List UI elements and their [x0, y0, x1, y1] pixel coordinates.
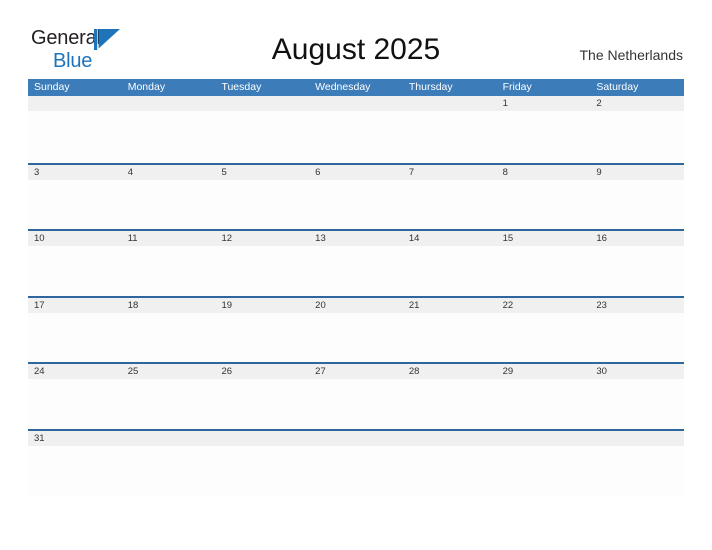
day-number: 3 — [34, 166, 40, 178]
day-number: 13 — [315, 233, 326, 244]
week-row: 10 11 12 13 14 15 16 — [28, 229, 684, 296]
week-row: 1 2 — [28, 96, 684, 163]
day-number: 22 — [502, 299, 514, 311]
day-number: 1 — [502, 98, 508, 109]
day-cell[interactable] — [590, 431, 684, 496]
page-header: General Blue August 2025 The Netherlands — [0, 0, 712, 78]
day-cell[interactable]: 5 — [215, 165, 309, 230]
day-cell[interactable]: 7 — [403, 165, 497, 230]
day-number: 11 — [127, 233, 138, 244]
day-cell[interactable]: 13 — [309, 231, 403, 296]
day-cell[interactable]: 25 — [122, 364, 216, 429]
day-cell[interactable]: 2 — [590, 96, 684, 163]
day-number: 26 — [221, 366, 233, 377]
weekday-header-friday: Friday — [502, 81, 532, 93]
day-cell[interactable]: 30 — [590, 364, 684, 429]
day-number: 30 — [596, 366, 607, 377]
day-number: 28 — [408, 366, 420, 377]
day-cell[interactable]: 31 — [28, 431, 122, 496]
day-cell[interactable]: 10 — [28, 231, 122, 296]
day-number: 6 — [315, 166, 321, 178]
weekday-header-saturday: Saturday — [596, 81, 639, 93]
locale-label: The Netherlands — [579, 47, 683, 63]
day-cell[interactable]: 8 — [497, 165, 591, 230]
calendar-grid: Sunday Monday Tuesday Wednesday Thursday… — [28, 79, 684, 495]
day-cell[interactable]: 15 — [497, 231, 591, 296]
day-cell[interactable]: 19 — [215, 298, 309, 363]
day-cell[interactable]: 26 — [215, 364, 309, 429]
day-number: 21 — [408, 299, 420, 311]
day-cell[interactable] — [28, 96, 122, 163]
day-cell[interactable]: 23 — [590, 298, 684, 363]
day-cell[interactable]: 1 — [497, 96, 591, 163]
day-number: 5 — [221, 166, 227, 178]
day-cell[interactable]: 11 — [122, 231, 216, 296]
day-number: 8 — [502, 166, 508, 178]
day-cell[interactable]: 22 — [497, 298, 591, 363]
weekday-header-wednesday: Wednesday — [315, 81, 371, 93]
day-cell[interactable] — [403, 431, 497, 496]
weekday-header-thursday: Thursday — [408, 81, 453, 93]
day-cell[interactable] — [122, 96, 216, 163]
day-number: 25 — [127, 366, 139, 377]
day-number: 19 — [221, 299, 233, 311]
day-number: 2 — [596, 98, 602, 109]
day-cell[interactable]: 16 — [590, 231, 684, 296]
day-cell[interactable]: 3 — [28, 165, 122, 230]
day-cell[interactable]: 21 — [403, 298, 497, 363]
day-number: 16 — [596, 233, 607, 244]
day-cell[interactable]: 6 — [309, 165, 403, 230]
day-cell[interactable]: 17 — [28, 298, 122, 363]
week-row: 24 25 26 27 28 29 30 — [28, 362, 684, 429]
day-number: 29 — [502, 366, 514, 377]
day-number: 10 — [34, 233, 45, 244]
day-number: 12 — [221, 233, 233, 244]
weekday-header-sunday: Sunday — [34, 81, 70, 93]
day-number: 7 — [408, 166, 415, 178]
day-cell[interactable] — [309, 431, 403, 496]
day-number: 15 — [502, 233, 514, 244]
day-cell[interactable]: 9 — [590, 165, 684, 230]
day-cell[interactable] — [497, 431, 591, 496]
day-cell[interactable]: 4 — [122, 165, 216, 230]
week-row: 31 — [28, 428, 684, 496]
day-cell[interactable]: 24 — [28, 364, 122, 429]
day-cell[interactable]: 12 — [215, 231, 309, 296]
day-number: 27 — [315, 366, 326, 377]
day-cell[interactable]: 18 — [122, 298, 216, 363]
day-cell[interactable] — [215, 96, 309, 163]
day-number: 4 — [127, 166, 134, 178]
day-cell[interactable]: 28 — [403, 364, 497, 429]
day-cell[interactable] — [309, 96, 403, 163]
day-number: 18 — [127, 299, 139, 311]
day-number: 14 — [408, 233, 420, 244]
weekday-header-tuesday: Tuesday — [221, 81, 262, 93]
day-cell[interactable] — [122, 431, 216, 496]
week-row: 3 4 5 6 7 8 9 — [28, 162, 684, 230]
day-cell[interactable] — [403, 96, 497, 163]
day-cell[interactable]: 27 — [309, 364, 403, 429]
weekday-header-row: Sunday Monday Tuesday Wednesday Thursday… — [28, 79, 684, 96]
day-cell[interactable]: 14 — [403, 231, 497, 296]
day-number: 9 — [596, 166, 602, 178]
week-row: 17 18 19 20 21 22 23 — [28, 295, 684, 363]
day-number: 20 — [315, 299, 326, 311]
day-cell[interactable]: 20 — [309, 298, 403, 363]
weekday-header-monday: Monday — [127, 81, 166, 93]
day-number: 23 — [596, 299, 607, 311]
day-cell[interactable] — [215, 431, 309, 496]
day-number: 17 — [34, 299, 45, 311]
day-number: 24 — [34, 366, 45, 377]
day-cell[interactable]: 29 — [497, 364, 591, 429]
day-number: 31 — [34, 432, 45, 444]
